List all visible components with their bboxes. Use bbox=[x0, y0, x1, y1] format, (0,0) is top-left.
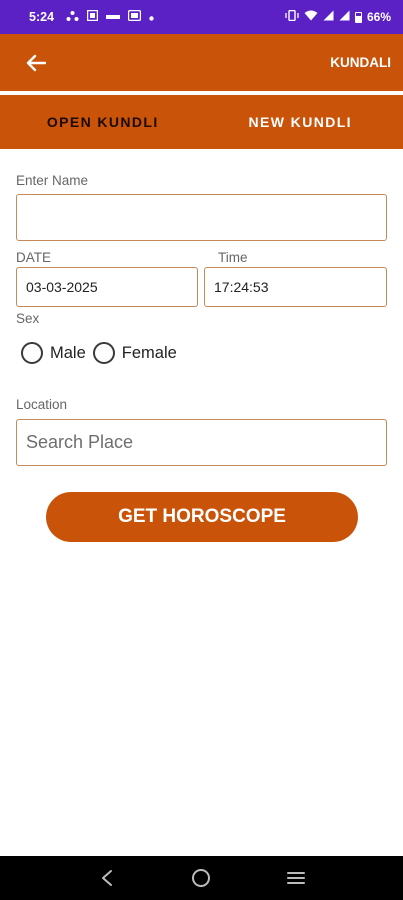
system-nav-bar bbox=[0, 856, 403, 900]
page-title: KUNDALI bbox=[330, 55, 391, 70]
get-horoscope-button[interactable]: GET HOROSCOPE bbox=[46, 492, 358, 542]
date-field[interactable] bbox=[16, 267, 198, 307]
time-field[interactable] bbox=[204, 267, 387, 307]
tab-bar: OPEN KUNDLI NEW KUNDLI bbox=[0, 95, 403, 149]
status-time: 5:24 bbox=[29, 10, 55, 24]
tab-new-kundli[interactable]: NEW KUNDLI bbox=[202, 95, 403, 149]
sex-label: Sex bbox=[16, 311, 40, 326]
male-radio[interactable] bbox=[21, 342, 43, 364]
signal-icon bbox=[339, 10, 350, 24]
female-radio-label[interactable]: Female bbox=[122, 344, 177, 363]
location-label: Location bbox=[16, 397, 68, 412]
arrow-left-icon bbox=[26, 54, 46, 71]
recents-nav-button[interactable] bbox=[276, 858, 316, 898]
status-left: 5:24 bbox=[29, 9, 154, 25]
wifi-icon bbox=[304, 10, 318, 24]
back-nav-button[interactable] bbox=[87, 858, 127, 898]
recents-nav-icon bbox=[286, 872, 305, 884]
name-label: Enter Name bbox=[16, 173, 89, 188]
network-icon bbox=[66, 10, 79, 25]
name-field[interactable] bbox=[16, 194, 387, 241]
status-right: 66% bbox=[285, 9, 391, 24]
vibrate-icon bbox=[285, 9, 299, 24]
date-label: DATE bbox=[16, 250, 52, 265]
back-nav-icon bbox=[102, 870, 113, 886]
battery-percent: 66% bbox=[366, 10, 391, 24]
volte-icon bbox=[106, 10, 121, 24]
location-search-input[interactable] bbox=[16, 419, 387, 466]
female-radio[interactable] bbox=[92, 342, 115, 364]
qr-icon bbox=[86, 9, 99, 24]
signal-app-icon bbox=[127, 9, 142, 24]
home-nav-icon bbox=[192, 869, 211, 887]
home-nav-button[interactable] bbox=[181, 858, 221, 898]
sex-radio-group: Male Female bbox=[21, 342, 184, 364]
status-bar: 5:24 66% bbox=[0, 0, 403, 34]
male-radio-label[interactable]: Male bbox=[50, 344, 86, 363]
app-bar: KUNDALI bbox=[0, 34, 403, 91]
signal-icon bbox=[323, 10, 334, 24]
time-label: Time bbox=[218, 250, 248, 265]
tab-open-kundli[interactable]: OPEN KUNDLI bbox=[0, 95, 202, 149]
back-button[interactable] bbox=[22, 49, 50, 77]
dot-icon bbox=[149, 10, 154, 24]
battery-icon bbox=[354, 11, 362, 23]
